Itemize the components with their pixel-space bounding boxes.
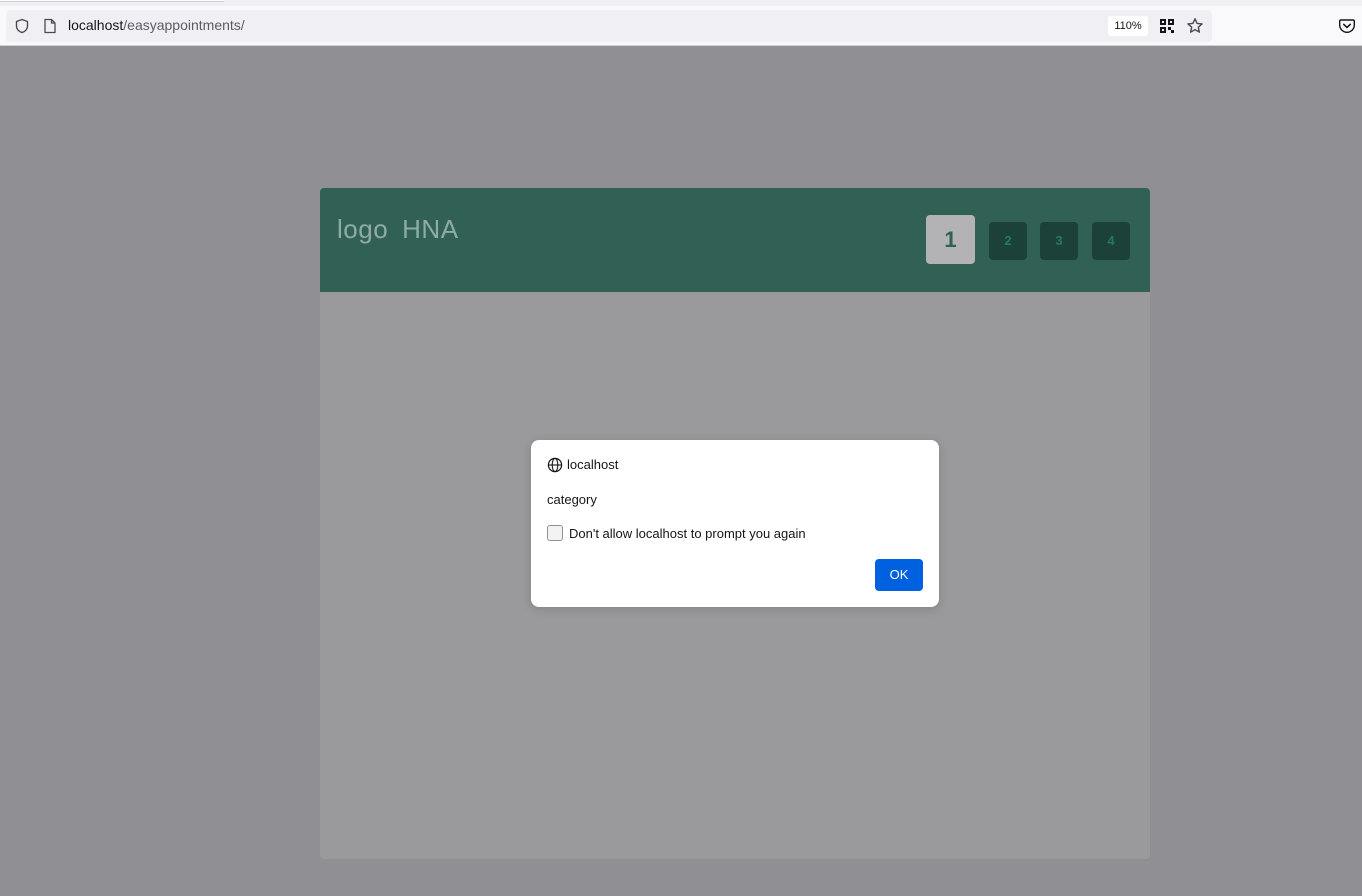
pocket-icon[interactable] (1338, 17, 1356, 35)
url-host: localhost (68, 17, 124, 33)
step-1[interactable]: 1 (926, 215, 975, 264)
alert-dialog: localhost category Don't allow localhost… (531, 440, 939, 607)
logo-text: logo (337, 214, 389, 244)
step-3[interactable]: 3 (1040, 222, 1078, 260)
qr-code-icon[interactable] (1159, 18, 1175, 34)
brand: logo HNA (337, 214, 459, 245)
address-bar[interactable]: localhost/easyappointments/ 110% (6, 10, 1212, 42)
url-text[interactable]: localhost/easyappointments/ (68, 17, 245, 33)
step-4[interactable]: 4 (1092, 222, 1130, 260)
company-name: HNA (402, 214, 459, 244)
dialog-origin: localhost (567, 457, 619, 472)
step-2[interactable]: 2 (989, 222, 1027, 260)
shield-icon[interactable] (14, 18, 30, 34)
globe-icon (547, 457, 563, 473)
ok-button[interactable]: OK (875, 559, 923, 591)
dialog-message: category (547, 492, 597, 507)
dont-allow-checkbox-label[interactable]: Don't allow localhost to prompt you agai… (569, 526, 806, 541)
browser-tab[interactable] (0, 0, 224, 2)
dont-allow-checkbox[interactable] (547, 525, 563, 541)
browser-toolbar: localhost/easyappointments/ 110% (0, 6, 1362, 46)
zoom-level-button[interactable]: 110% (1108, 16, 1148, 36)
bookmark-star-icon[interactable] (1186, 17, 1204, 35)
wizard-header: logo HNA 1 2 3 4 (320, 188, 1150, 292)
url-path: /easyappointments/ (123, 17, 245, 33)
page-icon (44, 18, 56, 34)
